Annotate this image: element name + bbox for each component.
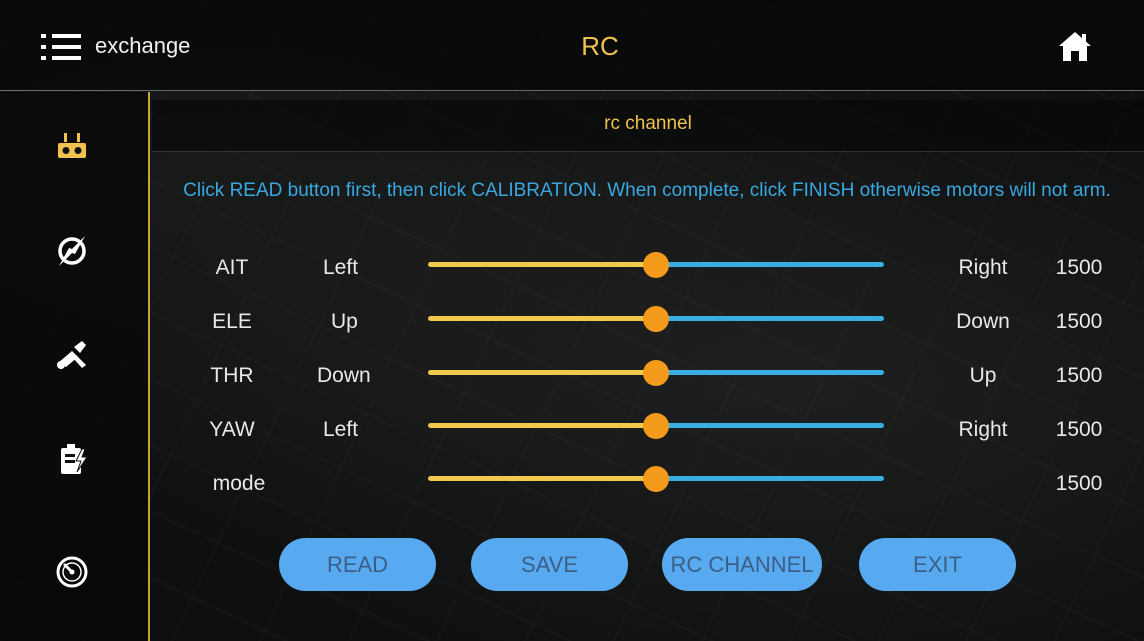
- slider-fill-left: [428, 476, 656, 481]
- exit-button[interactable]: EXIT: [859, 538, 1016, 591]
- slider-knob[interactable]: [643, 252, 669, 278]
- channel-value: 1500: [1055, 364, 1103, 387]
- channel-name: ELE: [212, 310, 252, 333]
- panel-header: rc channel: [152, 100, 1144, 152]
- slider-fill-right: [656, 370, 884, 375]
- channel-right-label: Up: [969, 364, 997, 387]
- gauge-icon[interactable]: [52, 552, 92, 592]
- slider-fill-right: [656, 262, 884, 267]
- slider-fill-left: [428, 370, 656, 375]
- channel-left-label: Left: [323, 256, 359, 279]
- exchange-label[interactable]: exchange: [95, 33, 190, 59]
- slider-fill-right: [656, 316, 884, 321]
- page-title: RC: [581, 31, 619, 61]
- channel-name: AIT: [215, 256, 249, 279]
- channel-right-label: Down: [956, 310, 1010, 333]
- channel-name: YAW: [209, 418, 255, 441]
- channel-left-label: Up: [331, 310, 358, 333]
- channel-slider[interactable]: [428, 360, 884, 386]
- top-bar: exchange RC: [0, 0, 1144, 91]
- slider-knob[interactable]: [643, 306, 669, 332]
- channel-name: mode: [212, 472, 266, 495]
- channel-value: 1500: [1055, 256, 1103, 279]
- channel-slider[interactable]: [428, 252, 884, 278]
- channel-slider[interactable]: [428, 466, 884, 492]
- channel-value: 1500: [1055, 472, 1103, 495]
- slider-fill-left: [428, 316, 656, 321]
- slider-knob[interactable]: [643, 466, 669, 492]
- home-icon[interactable]: [1057, 28, 1093, 64]
- battery-icon[interactable]: [52, 439, 92, 479]
- rc-channel-button[interactable]: RC CHANNEL: [662, 538, 822, 591]
- slider-fill-left: [428, 423, 656, 428]
- slider-fill-right: [656, 423, 884, 428]
- channel-name: THR: [210, 364, 254, 387]
- panel-title: rc channel: [604, 113, 692, 134]
- tools-icon[interactable]: [52, 335, 92, 375]
- slider-knob[interactable]: [643, 360, 669, 386]
- instructions-text: Click READ button first, then click CALI…: [183, 180, 1111, 201]
- slider-fill-left: [428, 262, 656, 267]
- menu-icon[interactable]: [41, 34, 81, 60]
- slider-knob[interactable]: [643, 413, 669, 439]
- channel-slider[interactable]: [428, 413, 884, 439]
- channel-right-label: Right: [958, 418, 1008, 441]
- channel-value: 1500: [1055, 310, 1103, 333]
- channel-slider[interactable]: [428, 306, 884, 332]
- channel-left-label: Down: [317, 364, 371, 387]
- slider-fill-right: [656, 476, 884, 481]
- compass-icon[interactable]: [52, 231, 92, 271]
- channel-value: 1500: [1055, 418, 1103, 441]
- channel-right-label: Right: [958, 256, 1008, 279]
- sidebar: [0, 92, 150, 641]
- rc-remote-icon[interactable]: [52, 127, 92, 167]
- read-button[interactable]: READ: [279, 538, 436, 591]
- channel-left-label: Left: [323, 418, 359, 441]
- save-button[interactable]: SAVE: [471, 538, 628, 591]
